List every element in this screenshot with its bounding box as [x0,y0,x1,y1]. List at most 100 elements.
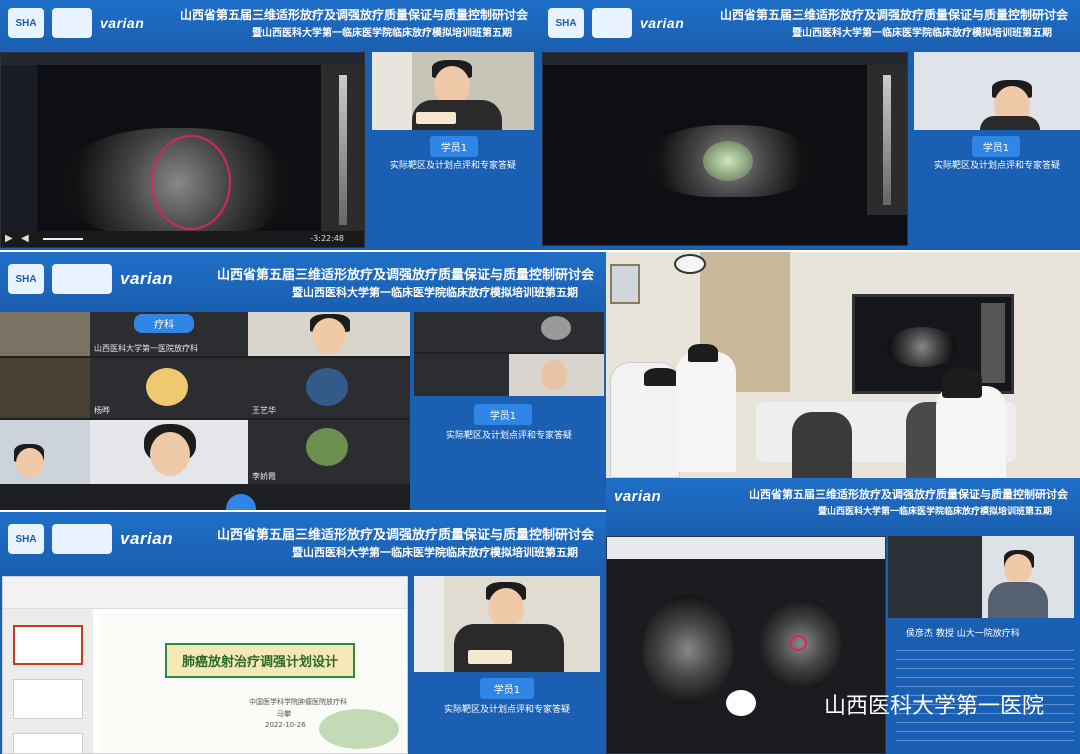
name-plate [416,112,456,124]
time-remaining: -3:22:48 [310,234,344,243]
participant-tile[interactable] [509,312,604,352]
speaker-camera [914,52,1080,130]
speaker-face [488,588,524,628]
speaker-body [988,582,1048,618]
speaker-camera [372,52,534,130]
ppt-ribbon[interactable] [3,577,407,609]
banner-subtitle: 暨山西医科大学第一临床医学院临床放疗模拟培训班第五期 [792,28,1052,39]
association-logo [52,264,112,294]
speaker-camera [888,536,1074,618]
sagittal-view [867,65,907,215]
ct-brain-slice [643,595,733,705]
attendee [936,386,1006,478]
banner-title: 山西省第五届三维适形放疗及调强放疗质量保证与质量控制研讨会 [216,528,594,543]
participant-tile[interactable] [509,354,604,396]
session-subtitle: 实际靶区及计划点评和专家答疑 [933,161,1060,171]
sha-logo: SHA [548,8,584,38]
treatment-planning-screen: ▶ ◀ -3:22:48 [0,52,365,248]
wall-clock [674,254,706,274]
panel-middle-left: SHA varian 山西省第五届三维适形放疗及调强放疗质量保证与质量控制研讨会… [0,252,606,510]
panel-bottom-left: SHA varian 山西省第五届三维适形放疗及调强放疗质量保证与质量控制研讨会… [0,512,606,754]
play-icon[interactable]: ▶ [5,233,13,244]
conference-banner: SHA varian 山西省第五届三维适形放疗及调强放疗质量保证与质量控制研讨会… [0,0,540,50]
participant-name: 李娇霞 [252,472,276,481]
attendee-hair [688,344,718,362]
participant-name: 山西医科大学第一医院放疗科 [94,344,198,353]
tumor-contour [789,635,807,651]
logo-group: varian [614,488,661,505]
sha-logo: SHA [8,524,44,554]
panel-top-left: SHA varian 山西省第五届三维适形放疗及调强放疗质量保证与质量控制研讨会… [0,0,540,250]
participant-tile[interactable]: 杨晔 [90,358,248,418]
attendee [792,412,852,478]
planning-toolbar[interactable] [543,53,907,65]
participant-tile[interactable] [90,420,248,484]
leaf-decoration [319,709,399,749]
tree-avatar [306,428,348,466]
participant-tile[interactable]: 疗科 山西医科大学第一医院放疗科 [90,312,248,356]
varian-logo: varian [640,15,685,31]
video-controls[interactable]: ▶ ◀ -3:22:48 [1,231,364,247]
panel-top-right: SHA varian 山西省第五届三维适形放疗及调强放疗质量保证与质量控制研讨会… [540,0,1080,250]
logo-group: SHA varian [8,524,173,554]
panel-meeting-room-photo [606,252,1080,478]
treatment-planning-screen [542,52,908,246]
participant-tile[interactable] [414,354,509,396]
participant-tile[interactable] [0,358,90,418]
tumor-contour [151,135,231,230]
session-subtitle: 实际靶区及计划点评和专家答疑 [445,431,572,441]
participant-tile[interactable]: 王艺华 [248,358,410,418]
conference-banner: SHA varian 山西省第五届三维适形放疗及调强放疗质量保证与质量控制研讨会… [0,252,606,310]
participant-tile[interactable] [0,420,90,484]
session-subtitle: 实际靶区及计划点评和专家答疑 [389,161,516,171]
participant-face [16,448,44,478]
association-logo [52,8,92,38]
planning-sidebar[interactable] [1,65,37,231]
conference-banner: SHA varian 山西省第五届三维适形放疗及调强放疗质量保证与质量控制研讨会… [0,512,606,572]
wall-monitor [852,294,1014,394]
painting-avatar [306,368,348,406]
slide-speaker: 马攀 [277,710,291,718]
participant-face [541,360,567,390]
varian-logo: varian [100,15,145,31]
sagittal-view [321,65,365,233]
slide-thumbnails[interactable] [3,609,93,753]
slide-thumbnail[interactable] [13,625,83,665]
planning-toolbar[interactable] [1,53,364,65]
name-pill: 疗科 [134,314,194,333]
speaker-body [454,624,564,672]
slide-date: 2022-10-26 [265,721,306,729]
volume-icon[interactable]: ◀ [21,233,29,244]
attendee-hair [942,368,982,398]
account-watermark: 山西医科大学第一医院 [823,694,1044,719]
varian-logo: varian [120,529,174,548]
speaker-body [980,116,1040,130]
slide-thumbnail[interactable] [13,733,83,753]
planning-toolbar[interactable] [607,537,885,559]
participant-tile[interactable] [414,312,509,352]
slide-title: 肺癌放射治疗调强计划设计 [165,643,355,678]
name-plate [468,650,512,664]
progress-bar[interactable] [43,238,83,240]
participant-tile[interactable]: 李娇霞 [248,420,410,484]
student-label: 学员1 [430,136,478,157]
logo-group: SHA varian [8,264,173,294]
varian-logo: varian [120,269,174,288]
participant-tile[interactable] [0,312,90,356]
student-label: 学员1 [972,136,1020,157]
conference-banner: varian 山西省第五届三维适形放疗及调强放疗质量保证与质量控制研讨会 暨山西… [606,478,1080,532]
banner-subtitle: 暨山西医科大学第一临床医学院临床放疗模拟培训班第五期 [292,546,578,559]
heart-dose-region [703,141,753,181]
participant-tile[interactable] [248,312,410,356]
sha-logo: SHA [8,264,44,294]
grid-page-button[interactable] [226,494,256,510]
banner-title: 山西省第五届三维适形放疗及调强放疗质量保证与质量控制研讨会 [749,488,1068,501]
banner-subtitle: 暨山西医科大学第一临床医学院临床放疗模拟培训班第五期 [817,507,1052,517]
banner-subtitle: 暨山西医科大学第一临床医学院临床放疗模拟培训班第五期 [252,28,512,39]
side-grid [414,312,604,396]
sha-logo: SHA [8,8,44,38]
slide-thumbnail[interactable] [13,679,83,719]
session-subtitle: 实际靶区及计划点评和专家答疑 [443,705,570,715]
slide-canvas: 肺癌放射治疗调强计划设计 中国医学科学院肿瘤医院放疗科 马攀 2022-10-2… [99,613,403,753]
student-label: 学员1 [474,404,532,425]
